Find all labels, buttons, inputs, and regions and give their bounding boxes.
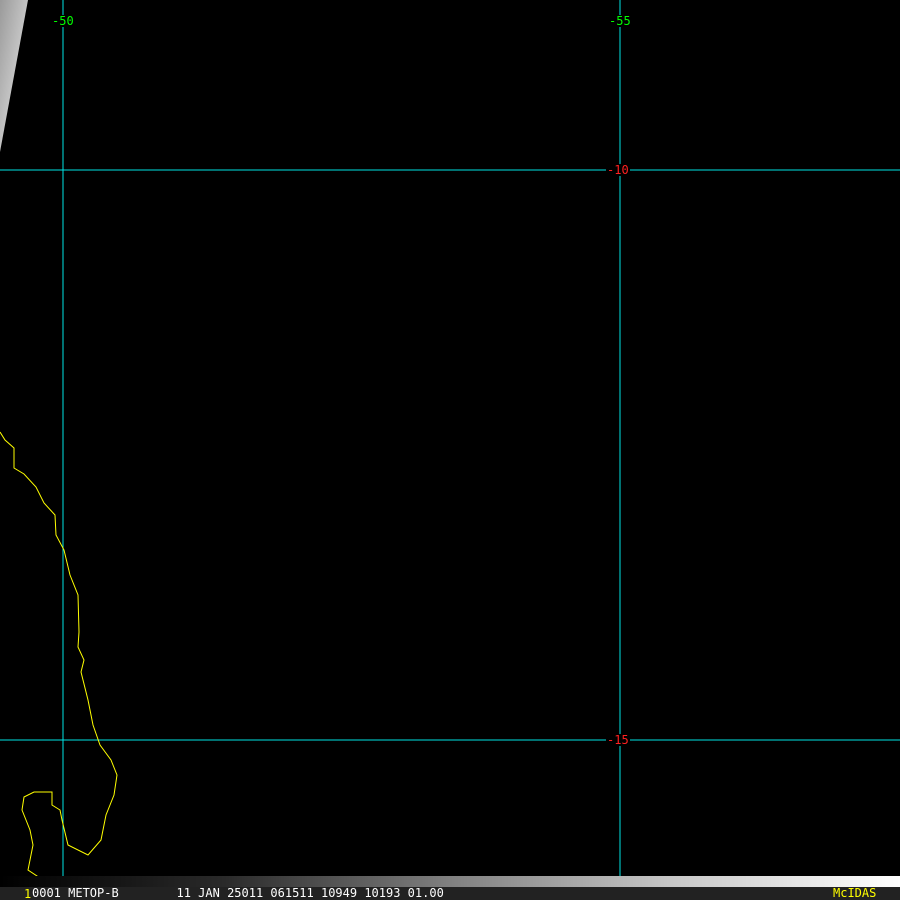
mcidas-logo: McIDAS	[833, 886, 877, 900]
satellite-image-viewer: -50 -55 -10 -15 1 0001 METOP-B 11 JAN 25…	[0, 0, 900, 900]
longitude-label: -50	[51, 14, 75, 28]
longitude-label: -55	[608, 14, 632, 28]
status-bar: 1 0001 METOP-B 11 JAN 25011 061511 10949…	[0, 887, 900, 900]
satellite-swath-edge	[0, 0, 28, 152]
latitude-label: -10	[606, 163, 630, 177]
image-info: 0001 METOP-B 11 JAN 25011 061511 10949 1…	[32, 886, 444, 900]
frame-number: 1	[24, 887, 32, 900]
coastline	[0, 431, 118, 887]
map-canvas	[0, 0, 900, 887]
latitude-label: -15	[606, 733, 630, 747]
